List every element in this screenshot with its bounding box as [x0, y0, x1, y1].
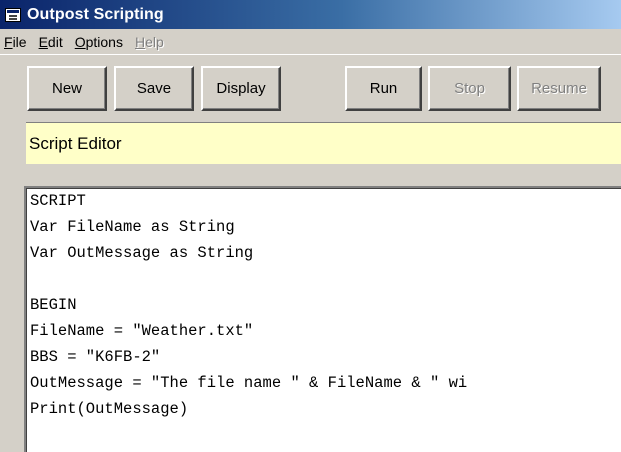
menu-options-rest: ptions [85, 33, 123, 50]
script-editor-textarea[interactable]: SCRIPT Var FileName as String Var OutMes… [24, 186, 621, 452]
title-bar[interactable]: Outpost Scripting [0, 0, 621, 29]
code-line: Print(OutMessage) [30, 400, 189, 418]
menu-help-rest: elp [145, 33, 164, 50]
menu-options[interactable]: Options [75, 34, 123, 50]
outpost-scripting-window: Outpost Scripting File Edit Options Help… [0, 0, 621, 452]
new-button[interactable]: New [27, 66, 107, 111]
menu-file-rest: ile [12, 33, 27, 50]
resume-button[interactable]: Resume [517, 66, 601, 111]
code-line: BEGIN [30, 296, 77, 314]
menu-help[interactable]: Help [135, 34, 164, 50]
window-title: Outpost Scripting [27, 5, 164, 23]
code-line: Var FileName as String [30, 218, 235, 236]
menu-edit-accel: E [38, 33, 48, 50]
code-line: BBS = "K6FB-2" [30, 348, 161, 366]
menu-edit[interactable]: Edit [39, 34, 63, 50]
code-line: SCRIPT [30, 192, 86, 210]
run-button[interactable]: Run [345, 66, 422, 111]
menu-file-accel: F [4, 33, 13, 50]
app-window-icon[interactable] [5, 7, 21, 22]
menu-help-accel: H [134, 33, 146, 50]
code-line: OutMessage = "The file name " & FileName… [30, 374, 468, 392]
menu-bar: File Edit Options Help [0, 29, 621, 55]
menu-edit-rest: dit [47, 33, 63, 50]
save-button[interactable]: Save [114, 66, 194, 111]
display-button[interactable]: Display [201, 66, 281, 111]
code-line: Var OutMessage as String [30, 244, 254, 262]
menu-options-accel: O [74, 33, 86, 50]
code-line: FileName = "Weather.txt" [30, 322, 254, 340]
stop-button[interactable]: Stop [428, 66, 511, 111]
script-editor-header: Script Editor [26, 122, 621, 164]
menu-file[interactable]: File [4, 34, 27, 50]
